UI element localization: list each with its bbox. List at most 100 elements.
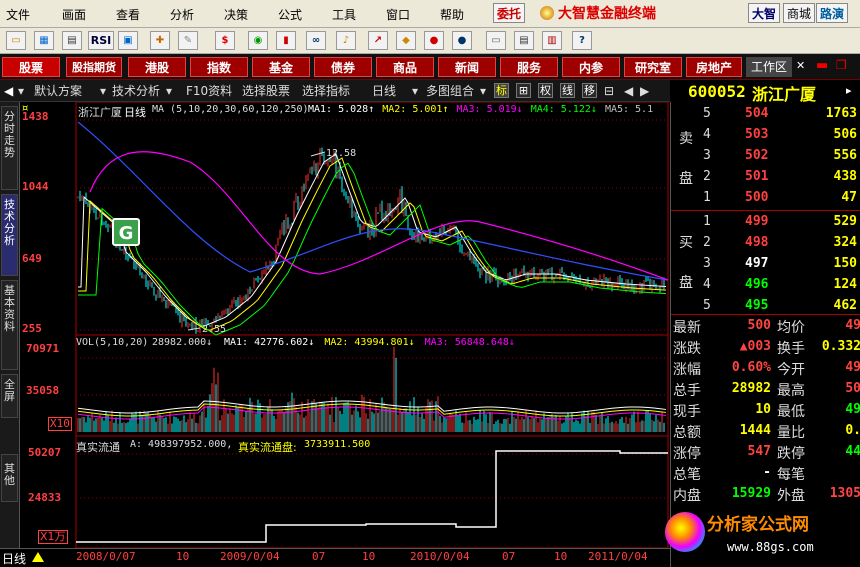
quote-row: 涨停 547 跌停 44	[671, 442, 860, 462]
order-level: 1	[703, 214, 711, 229]
menu-analysis[interactable]: 分析	[170, 6, 194, 23]
minimize-icon[interactable]: ▬	[816, 58, 828, 73]
menu-screen[interactable]: 画面	[62, 6, 86, 23]
menu-formula[interactable]: 公式	[278, 6, 302, 23]
side-tab-fundamentals[interactable]: 基本资料	[1, 280, 18, 370]
multi-chart-select[interactable]: 多图组合	[426, 83, 474, 99]
menu-view[interactable]: 查看	[116, 6, 140, 23]
bell-icon[interactable]: ♪	[336, 31, 356, 50]
nav-left-icon[interactable]: ◀	[624, 83, 633, 99]
menu-window[interactable]: 窗口	[386, 6, 410, 23]
scheme-select[interactable]: 默认方案	[34, 83, 82, 99]
sell-order-row[interactable]: 5 504 1763	[671, 104, 860, 124]
stock-icon[interactable]: ◉	[248, 31, 268, 50]
float-step-line	[76, 450, 668, 543]
tab-research[interactable]: 研究室	[624, 57, 682, 77]
books-icon[interactable]: ▥	[542, 31, 562, 50]
dropdown-arrow-icon[interactable]: ▾	[166, 83, 172, 99]
nav-right-icon[interactable]: ▶	[640, 83, 649, 99]
ruler-icon[interactable]: ✎	[178, 31, 198, 50]
side-tab-technical[interactable]: 技术分析	[1, 194, 18, 276]
table-icon[interactable]: ▤	[62, 31, 82, 50]
watermark: 分析家公式网 www.88gs.com	[661, 506, 860, 566]
high-marker	[310, 151, 326, 157]
tab-hk-stocks[interactable]: 港股	[128, 57, 186, 77]
rsi-icon[interactable]: RSI	[88, 31, 114, 50]
select-indicator-button[interactable]: 选择指标	[302, 83, 350, 99]
dropdown-arrow-icon[interactable]: ▾	[480, 83, 486, 99]
open-icon[interactable]: ▭	[6, 31, 26, 50]
tab-index-futures[interactable]: 股指期货	[66, 57, 122, 77]
move-button[interactable]: 移	[582, 83, 597, 98]
mark-button[interactable]: 标	[494, 83, 509, 98]
sell-order-row[interactable]: 3 502 556	[671, 146, 860, 166]
tab-real-estate[interactable]: 房地产	[686, 57, 742, 77]
news-icon[interactable]: ▤	[514, 31, 534, 50]
tech-analysis-select[interactable]: 技术分析	[112, 83, 160, 99]
nav-left-icon[interactable]: ◀	[4, 83, 13, 99]
help-icon[interactable]: ?	[572, 31, 592, 50]
crosshair-icon[interactable]: ✚	[150, 31, 170, 50]
order-level: 3	[703, 256, 711, 271]
buy-order-row[interactable]: 3 497 150	[671, 254, 860, 274]
arrow-up-icon[interactable]: ↗	[368, 31, 388, 50]
restore-icon[interactable]: ❐	[836, 58, 847, 72]
expand-icon[interactable]: ▸	[846, 84, 852, 97]
f10-button[interactable]: F10资料	[186, 83, 232, 99]
kline-chart[interactable]	[20, 102, 670, 548]
trade-icon[interactable]: ●	[452, 31, 472, 50]
side-tab-other[interactable]: 其他	[1, 454, 18, 502]
binoculars-icon[interactable]: ∞	[306, 31, 326, 50]
roadshow-button[interactable]: 路演	[816, 3, 849, 23]
sell-order-row[interactable]: 1 500 47	[671, 188, 860, 208]
dropdown-arrow-icon[interactable]: ▾	[412, 83, 418, 99]
f10-icon[interactable]: ●	[424, 31, 444, 50]
quote-value: 28982	[731, 381, 771, 396]
dropdown-arrow-icon[interactable]: ▾	[18, 83, 24, 99]
buy-order-row[interactable]: 1 499 529	[671, 212, 860, 232]
side-tab-fullscreen[interactable]: 全屏	[1, 374, 18, 418]
order-volume: 506	[833, 127, 857, 142]
grid-layout-button[interactable]: ⊞	[516, 83, 531, 98]
buy-order-row[interactable]: 5 495 462	[671, 296, 860, 316]
side-tab-intraday[interactable]: 分时走势	[1, 106, 18, 190]
sell-orders: 卖 盘 5 504 1763 4 503 506 3 502 556 2 501 438 1 500 47	[671, 102, 860, 211]
diamond-icon[interactable]: ◆	[396, 31, 416, 50]
mall-button[interactable]: 商城	[783, 3, 816, 23]
tab-service[interactable]: 服务	[500, 57, 558, 77]
period-select[interactable]: 日线	[372, 83, 396, 99]
buy-order-row[interactable]: 2 498 324	[671, 233, 860, 253]
zoom-out-icon[interactable]: ⊟	[604, 83, 614, 99]
workspace-button[interactable]: 工作区	[746, 57, 792, 77]
sell-order-row[interactable]: 2 501 438	[671, 167, 860, 187]
trade-button[interactable]: 委托	[493, 3, 526, 23]
tab-news[interactable]: 新闻	[438, 57, 496, 77]
rights-button[interactable]: 权	[538, 83, 553, 98]
notepad-icon[interactable]: ▭	[486, 31, 506, 50]
menu-decision[interactable]: 决策	[224, 6, 248, 23]
x-tick: 07	[312, 550, 326, 563]
candle-icon[interactable]: ▮	[276, 31, 296, 50]
signal-badge-icon[interactable]: G	[112, 218, 140, 246]
window-icon[interactable]: ▣	[118, 31, 138, 50]
tab-index[interactable]: 指数	[190, 57, 248, 77]
period-triangle-icon[interactable]	[32, 552, 44, 562]
tab-stocks[interactable]: 股票	[2, 57, 60, 77]
chart-icon[interactable]: ▦	[34, 31, 54, 50]
menu-file[interactable]: 文件	[6, 6, 30, 23]
line-button[interactable]: 线	[560, 83, 575, 98]
tab-commodities[interactable]: 商品	[376, 57, 434, 77]
close-icon[interactable]: ✕	[796, 59, 805, 72]
dropdown-arrow-icon[interactable]: ▾	[100, 83, 106, 99]
menu-help[interactable]: 帮助	[440, 6, 464, 23]
dollar-icon[interactable]: $	[215, 31, 235, 50]
select-stock-button[interactable]: 选择股票	[242, 83, 290, 99]
buy-order-row[interactable]: 4 496 124	[671, 275, 860, 295]
order-price: 504	[745, 106, 769, 121]
menu-tools[interactable]: 工具	[332, 6, 356, 23]
sell-order-row[interactable]: 4 503 506	[671, 125, 860, 145]
tab-insider[interactable]: 内参	[562, 57, 620, 77]
tab-bonds[interactable]: 债券	[314, 57, 372, 77]
tab-funds[interactable]: 基金	[252, 57, 310, 77]
dazhi-button[interactable]: 大智	[748, 3, 781, 23]
